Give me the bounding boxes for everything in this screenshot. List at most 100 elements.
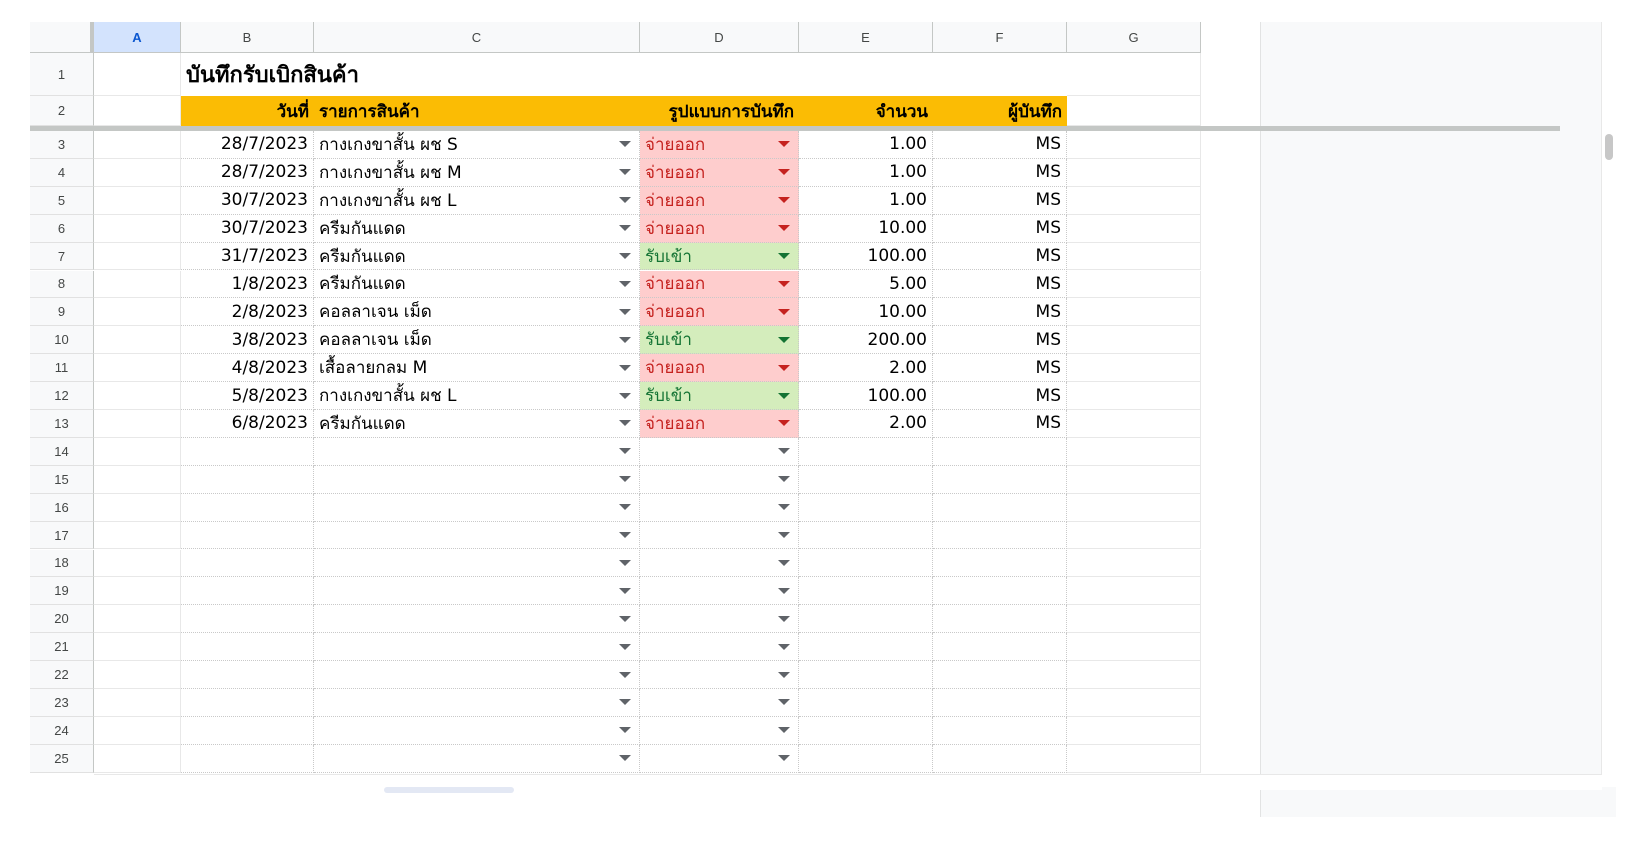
empty-quantity-cell[interactable] [799, 437, 933, 466]
type-dropdown-chip[interactable]: รับเข้า [640, 242, 799, 271]
column-header-g[interactable]: G [1067, 22, 1201, 53]
empty-date-cell[interactable] [181, 549, 314, 578]
chevron-down-icon[interactable] [778, 308, 790, 315]
empty-item-dropdown-cell[interactable] [314, 605, 640, 634]
empty-type-dropdown-cell[interactable] [640, 493, 799, 522]
cell-g[interactable] [1067, 186, 1201, 215]
chevron-down-icon[interactable] [619, 699, 631, 706]
chevron-down-icon[interactable] [619, 615, 631, 622]
cell-g[interactable] [1067, 577, 1201, 606]
chevron-down-icon[interactable] [619, 364, 631, 371]
empty-type-dropdown-cell[interactable] [640, 605, 799, 634]
chevron-down-icon[interactable] [778, 448, 790, 455]
empty-type-dropdown-cell[interactable] [640, 633, 799, 662]
row-header[interactable]: 8 [30, 270, 94, 299]
row-header[interactable]: 17 [30, 521, 94, 550]
cell-a[interactable] [94, 242, 181, 271]
date-cell[interactable]: 1/8/2023 [181, 270, 314, 299]
empty-type-dropdown-cell[interactable] [640, 716, 799, 745]
chevron-down-icon[interactable] [619, 308, 631, 315]
empty-quantity-cell[interactable] [799, 521, 933, 550]
chevron-down-icon[interactable] [778, 504, 790, 511]
empty-date-cell[interactable] [181, 633, 314, 662]
chevron-down-icon[interactable] [778, 587, 790, 594]
row-header[interactable]: 2 [30, 96, 94, 126]
empty-item-dropdown-cell[interactable] [314, 493, 640, 522]
header-qty[interactable]: จำนวน [799, 96, 933, 126]
empty-date-cell[interactable] [181, 744, 314, 773]
column-header-e[interactable]: E [799, 22, 933, 53]
row-header[interactable]: 12 [30, 382, 94, 410]
cell-a[interactable] [94, 131, 181, 159]
row-header[interactable]: 3 [30, 131, 94, 159]
type-dropdown-chip[interactable]: จ่ายออก [640, 354, 799, 383]
chevron-down-icon[interactable] [778, 699, 790, 706]
empty-date-cell[interactable] [181, 493, 314, 522]
cell-g[interactable] [1067, 633, 1201, 662]
cell-a[interactable] [94, 354, 181, 383]
quantity-cell[interactable]: 10.00 [799, 214, 933, 243]
empty-recorder-cell[interactable] [933, 465, 1067, 494]
column-header-c[interactable]: C [314, 22, 640, 53]
empty-quantity-cell[interactable] [799, 716, 933, 745]
row-header[interactable]: 6 [30, 214, 94, 243]
chevron-down-icon[interactable] [778, 280, 790, 287]
empty-type-dropdown-cell[interactable] [640, 744, 799, 773]
recorder-cell[interactable]: MS [933, 410, 1067, 438]
cell-g[interactable] [1067, 96, 1201, 126]
type-dropdown-chip[interactable]: จ่ายออก [640, 186, 799, 215]
date-cell[interactable]: 5/8/2023 [181, 382, 314, 410]
empty-date-cell[interactable] [181, 716, 314, 745]
chevron-down-icon[interactable] [778, 643, 790, 650]
cell-g[interactable] [1067, 661, 1201, 689]
item-dropdown-cell[interactable]: กางเกงขาสั้น ผช L [314, 186, 640, 215]
cell-g[interactable] [1067, 131, 1201, 159]
row-header[interactable]: 24 [30, 716, 94, 745]
empty-recorder-cell[interactable] [933, 716, 1067, 745]
row-header[interactable]: 20 [30, 605, 94, 634]
quantity-cell[interactable]: 100.00 [799, 382, 933, 410]
cell-a[interactable] [94, 716, 181, 745]
cell-g[interactable] [1067, 716, 1201, 745]
column-header-b[interactable]: B [181, 22, 314, 53]
date-cell[interactable]: 3/8/2023 [181, 326, 314, 355]
cell-a[interactable] [94, 577, 181, 606]
empty-date-cell[interactable] [181, 661, 314, 689]
date-cell[interactable]: 31/7/2023 [181, 242, 314, 271]
recorder-cell[interactable]: MS [933, 186, 1067, 215]
row-header[interactable]: 15 [30, 465, 94, 494]
chevron-down-icon[interactable] [778, 671, 790, 678]
cell-g[interactable] [1067, 549, 1201, 578]
empty-type-dropdown-cell[interactable] [640, 437, 799, 466]
item-dropdown-cell[interactable]: ครีมกันแดด [314, 242, 640, 271]
cell-a[interactable] [94, 158, 181, 187]
chevron-down-icon[interactable] [619, 559, 631, 566]
empty-item-dropdown-cell[interactable] [314, 521, 640, 550]
item-dropdown-cell[interactable]: ครีมกันแดด [314, 270, 640, 299]
chevron-down-icon[interactable] [619, 727, 631, 734]
chevron-down-icon[interactable] [778, 392, 790, 399]
item-dropdown-cell[interactable]: คอลลาเจน เม็ด [314, 326, 640, 355]
empty-type-dropdown-cell[interactable] [640, 577, 799, 606]
chevron-down-icon[interactable] [778, 253, 790, 260]
empty-date-cell[interactable] [181, 521, 314, 550]
recorder-cell[interactable]: MS [933, 214, 1067, 243]
item-dropdown-cell[interactable]: ครีมกันแดด [314, 410, 640, 438]
quantity-cell[interactable]: 2.00 [799, 354, 933, 383]
vertical-scrollbar[interactable] [1601, 22, 1616, 787]
item-dropdown-cell[interactable]: คอลลาเจน เม็ด [314, 298, 640, 327]
row-header[interactable]: 9 [30, 298, 94, 327]
cell-g[interactable] [1067, 326, 1201, 355]
cell-g[interactable] [1067, 158, 1201, 187]
item-dropdown-cell[interactable]: กางเกงขาสั้น ผช L [314, 382, 640, 410]
cell-a[interactable] [94, 605, 181, 634]
cell-g[interactable] [1067, 242, 1201, 271]
quantity-cell[interactable]: 10.00 [799, 298, 933, 327]
row-header[interactable]: 19 [30, 577, 94, 606]
chevron-down-icon[interactable] [619, 476, 631, 483]
row-header[interactable]: 16 [30, 493, 94, 522]
empty-recorder-cell[interactable] [933, 549, 1067, 578]
chevron-down-icon[interactable] [619, 169, 631, 176]
cell-g[interactable] [1067, 437, 1201, 466]
select-all-corner[interactable] [30, 22, 94, 53]
